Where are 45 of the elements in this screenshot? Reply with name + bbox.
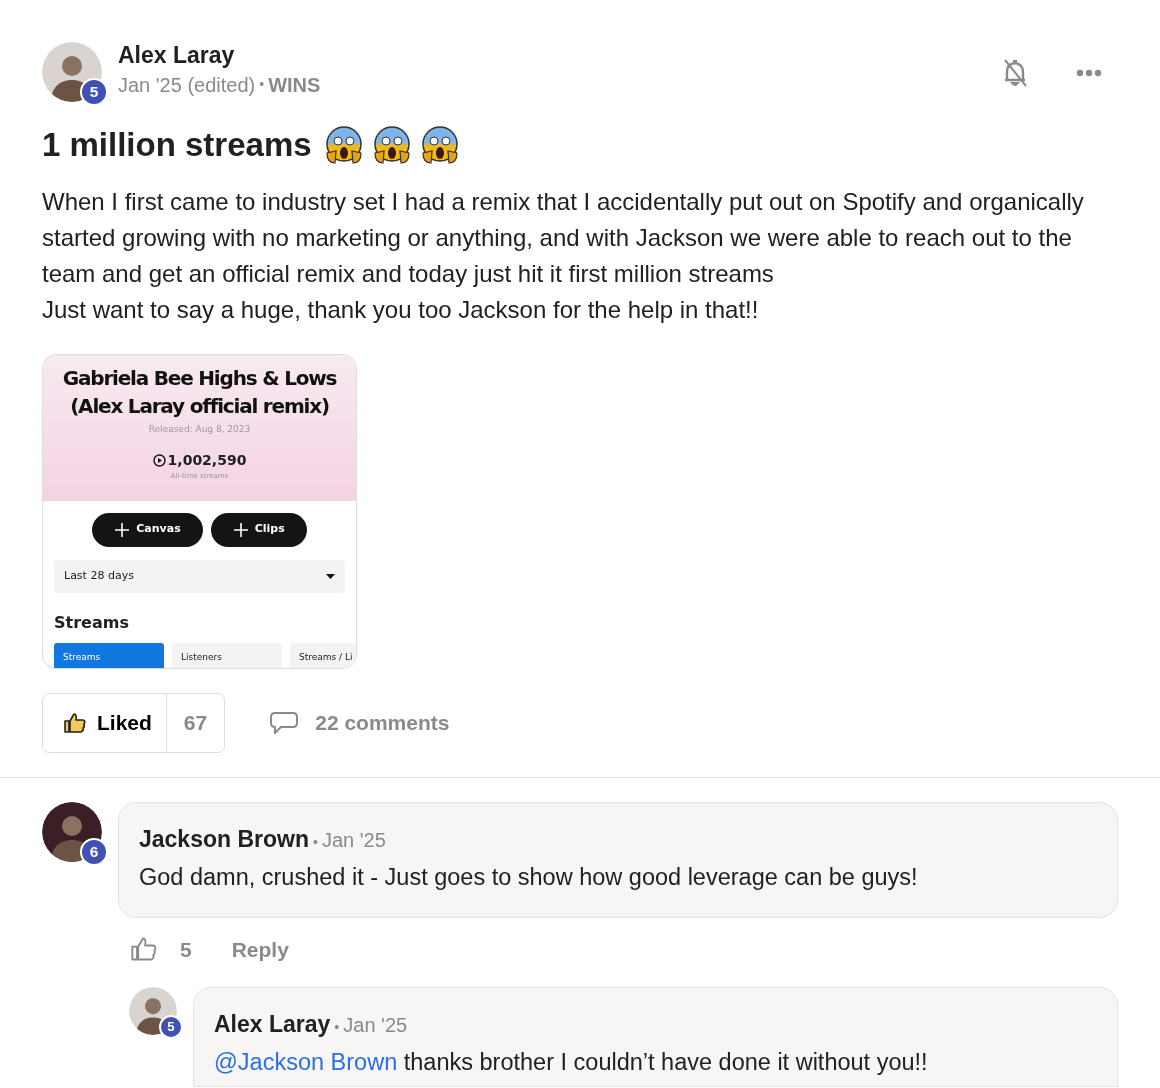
avatar[interactable] <box>129 987 177 1036</box>
author-name[interactable]: Alex Laray <box>118 42 1002 70</box>
add-button[interactable]: Canvas <box>92 512 203 547</box>
comment-date: Jan '25 <box>321 827 386 853</box>
screaming-face-icon <box>371 124 412 165</box>
thumbs-up-icon <box>63 711 87 734</box>
like-count: 67 <box>182 709 209 736</box>
comment-text: God damn, crushed it - Just goes to show how good leverage can be guys! <box>139 862 919 891</box>
mention-link[interactable]: @Jackson Brown <box>214 1049 398 1076</box>
more-icon[interactable] <box>1076 69 1102 77</box>
metric-tab[interactable]: Streams <box>54 642 164 668</box>
plus-icon <box>232 521 249 538</box>
level-badge: 6 <box>80 837 108 866</box>
level-badge: 5 <box>80 78 108 106</box>
screaming-face-icon <box>323 124 364 165</box>
like-button[interactable]: Liked <box>43 693 167 752</box>
range-dropdown[interactable]: Last 28 days <box>54 559 345 593</box>
comment-date: Jan '25 <box>343 1013 408 1039</box>
author-name[interactable]: Jackson Brown <box>139 825 309 854</box>
section-heading: Streams <box>54 611 130 634</box>
separator-dot: • <box>313 832 318 852</box>
play-icon <box>152 454 166 467</box>
post-title: 1 million streams <box>42 125 312 165</box>
metric-tab[interactable]: Listeners <box>172 642 282 668</box>
separator-dot: • <box>259 75 265 95</box>
like-icon[interactable] <box>130 936 158 963</box>
comment-text: @Jackson Brown thanks brother I couldn’t have done it without you!! <box>214 1048 929 1077</box>
post-text: Just want to say a huge, thank you too Jackson for the help in that!! <box>42 294 760 325</box>
post-text: When I first came to industry set I had a remix that I accidentally put out on Spotify and organically started growing with no marketing or anything, and with Jackson we were able to reach out to the team and get an official remix and today just hit it first million streams <box>42 186 1085 289</box>
separator-dot: • <box>334 1018 340 1038</box>
plus-icon <box>114 521 131 538</box>
like-count: 5 <box>180 936 192 963</box>
screaming-face-icon <box>419 124 460 165</box>
track-title: Gabriela Bee Highs & Lows <box>61 364 338 392</box>
bell-off-icon[interactable] <box>1002 58 1028 88</box>
comment-icon <box>269 710 300 735</box>
dropdown-caret-icon <box>326 573 335 579</box>
add-button[interactable]: Clips <box>210 512 307 547</box>
release-date: Released: Aug 8, 2023 <box>147 422 252 436</box>
author-name[interactable]: Alex Laray <box>214 1011 331 1039</box>
metric-tab[interactable]: Streams / Li <box>290 642 356 668</box>
stream-count: 1,002,590 <box>167 451 247 470</box>
level-badge: 5 <box>159 1015 183 1040</box>
post-date: Jan '25 (edited) <box>118 72 256 98</box>
track-title: (Alex Laray official remix) <box>69 392 330 420</box>
